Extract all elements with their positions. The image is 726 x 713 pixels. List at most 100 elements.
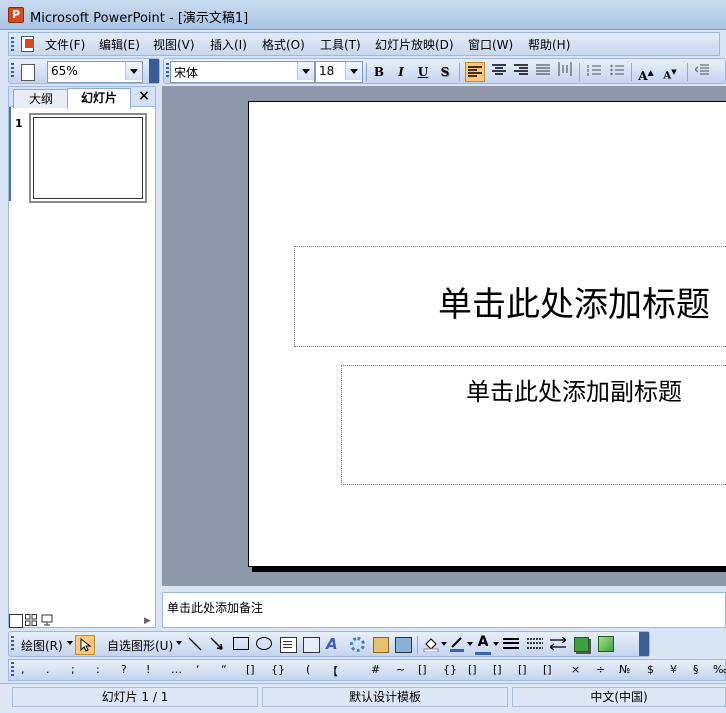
slideshow-icon[interactable]	[41, 614, 53, 626]
shadow-button[interactable]: S	[435, 62, 455, 82]
punct-brackets-2[interactable]: []	[418, 663, 427, 676]
punct-semicolon[interactable]: ;	[71, 663, 75, 676]
punct-exclamation[interactable]: !	[146, 663, 150, 676]
select-objects-icon[interactable]	[75, 635, 95, 655]
line-style-icon[interactable]	[503, 637, 519, 651]
punct-yen[interactable]: ¥	[670, 663, 677, 676]
menu-insert[interactable]: 插入(I)	[210, 36, 247, 53]
title-placeholder-box[interactable]: 单击此处添加标题	[294, 246, 726, 347]
chevron-down-icon[interactable]	[441, 642, 447, 646]
toolbar-options-icon[interactable]	[639, 632, 649, 656]
close-pane-icon[interactable]: ×	[137, 87, 151, 105]
chevron-down-icon[interactable]	[493, 642, 499, 646]
clip-art-icon[interactable]	[373, 637, 389, 653]
shadow-style-icon[interactable]	[574, 637, 589, 652]
dash-style-icon[interactable]	[527, 637, 543, 651]
bullets-icon[interactable]	[607, 62, 627, 82]
increase-font-size-icon[interactable]: A▲	[636, 62, 656, 83]
menu-edit[interactable]: 编辑(E)	[99, 36, 140, 53]
punct-brackets-6[interactable]: []	[543, 663, 552, 676]
chevron-down-icon[interactable]	[297, 62, 314, 80]
punct-question[interactable]: ?	[121, 663, 127, 676]
menu-tools[interactable]: 工具(T)	[320, 36, 361, 53]
punct-double-quote[interactable]: “	[221, 663, 227, 676]
vertical-textbox-icon[interactable]	[303, 637, 320, 653]
toolbar-grip[interactable]	[11, 662, 14, 678]
punct-brackets-3[interactable]: []	[468, 663, 477, 676]
tab-slides[interactable]: 幻灯片	[67, 88, 131, 109]
font-color-icon[interactable]: A	[475, 634, 491, 655]
chevron-down-icon[interactable]	[125, 62, 142, 80]
menu-format[interactable]: 格式(O)	[262, 36, 305, 53]
oval-tool-icon[interactable]	[256, 637, 272, 650]
rectangle-tool-icon[interactable]	[233, 637, 249, 650]
numbering-icon[interactable]	[584, 62, 604, 82]
punct-permille[interactable]: ‰	[713, 663, 726, 676]
punct-ellipsis[interactable]: …	[171, 663, 182, 676]
menu-view[interactable]: 视图(V)	[153, 36, 195, 53]
chevron-down-icon[interactable]	[67, 641, 73, 645]
punct-section[interactable]: §	[693, 663, 699, 676]
bold-button[interactable]: B	[369, 62, 389, 82]
font-size-combo[interactable]: 18	[315, 61, 363, 83]
punct-brackets-4[interactable]: []	[493, 663, 502, 676]
punct-paren[interactable]: (	[306, 663, 310, 676]
menu-help[interactable]: 帮助(H)	[528, 36, 570, 53]
arrow-style-icon[interactable]	[548, 636, 568, 651]
punct-brackets-5[interactable]: []	[518, 663, 527, 676]
toolbar-grip[interactable]	[166, 63, 169, 79]
punct-colon[interactable]: :	[96, 663, 100, 676]
draw-menu[interactable]: 绘图(R)	[21, 637, 63, 654]
menu-file[interactable]: 文件(F)	[45, 36, 85, 53]
punct-numero[interactable]: №	[619, 663, 630, 676]
slide-sorter-icon[interactable]	[25, 614, 37, 626]
punct-comma[interactable]: ,	[21, 663, 25, 676]
zoom-combo[interactable]: 65%	[47, 61, 143, 83]
slide-thumbnail[interactable]	[29, 113, 147, 203]
toolbar-grip[interactable]	[11, 636, 14, 652]
toolbar-options-icon[interactable]	[149, 59, 159, 83]
distributed-align-icon[interactable]	[555, 62, 575, 82]
punct-period[interactable]: .	[46, 663, 50, 676]
punct-multiply[interactable]: ×	[571, 663, 580, 676]
wordart-icon[interactable]: A	[326, 635, 343, 653]
justify-button[interactable]	[533, 62, 553, 82]
decrease-indent-icon[interactable]	[692, 62, 712, 82]
align-center-button[interactable]	[489, 62, 509, 82]
font-combo[interactable]: 宋体	[170, 61, 315, 83]
fill-color-icon[interactable]	[423, 636, 439, 653]
menu-window[interactable]: 窗口(W)	[468, 36, 513, 53]
punct-hash[interactable]: #	[371, 663, 380, 676]
punct-lenticular[interactable]: 【	[327, 663, 338, 679]
normal-view-icon[interactable]	[9, 614, 23, 628]
insert-picture-icon[interactable]	[395, 637, 412, 653]
line-color-icon[interactable]	[449, 636, 465, 652]
chevron-down-icon[interactable]	[345, 62, 362, 80]
italic-button[interactable]: I	[391, 62, 411, 82]
decrease-font-size-icon[interactable]: A▼	[660, 62, 680, 82]
punct-tilde[interactable]: ~	[396, 663, 405, 676]
subtitle-placeholder-box[interactable]: 单击此处添加副标题	[341, 365, 726, 485]
punct-divide[interactable]: ÷	[596, 663, 605, 676]
arrow-tool-icon[interactable]	[209, 636, 225, 652]
align-right-button[interactable]	[511, 62, 531, 82]
punct-dollar[interactable]: $	[647, 663, 654, 676]
punct-brackets[interactable]: []	[246, 663, 255, 676]
3d-style-icon[interactable]	[598, 636, 614, 652]
toolbar-grip[interactable]	[11, 63, 14, 79]
textbox-tool-icon[interactable]	[280, 637, 297, 653]
document-icon[interactable]	[19, 35, 37, 53]
autoshapes-menu[interactable]: 自选图形(U)	[107, 637, 173, 654]
chevron-down-icon[interactable]	[467, 642, 473, 646]
punct-braces-2[interactable]: {}	[443, 663, 457, 676]
punct-single-quote[interactable]: ‘	[196, 663, 200, 676]
new-document-icon[interactable]	[21, 64, 35, 81]
underline-button[interactable]: U	[413, 62, 433, 82]
line-tool-icon[interactable]	[187, 636, 203, 652]
notes-pane[interactable]: 单击此处添加备注	[162, 592, 726, 628]
menubar-grip[interactable]	[11, 37, 14, 53]
align-left-button[interactable]	[465, 62, 485, 82]
diagram-icon[interactable]	[350, 637, 365, 652]
punct-braces[interactable]: {}	[271, 663, 285, 676]
menu-slideshow[interactable]: 幻灯片放映(D)	[375, 36, 454, 53]
